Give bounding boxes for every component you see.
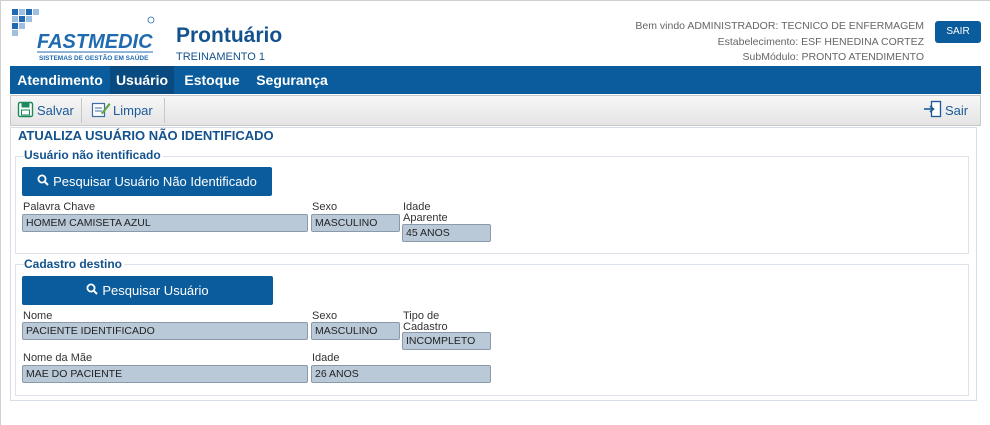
svg-text:SISTEMAS DE GESTÃO EM SAÚDE: SISTEMAS DE GESTÃO EM SAÚDE	[39, 53, 149, 62]
unidentified-user-legend: Usuário não itentificado	[24, 148, 163, 162]
destination-legend: Cadastro destino	[24, 257, 125, 271]
search-unidentified-label: Pesquisar Usuário Não Identificado	[53, 174, 257, 189]
exit-label: Sair	[945, 103, 969, 118]
mother-name-label: Nome da Mãe	[23, 352, 93, 364]
search-user-button[interactable]: Pesquisar Usuário	[22, 276, 273, 305]
destination-age-field[interactable]: 26 ANOS	[311, 365, 491, 383]
search-unidentified-button[interactable]: Pesquisar Usuário Não Identificado	[22, 167, 272, 196]
svg-text:FASTMEDIC: FASTMEDIC	[37, 31, 153, 53]
sex-field[interactable]: MASCULINO	[311, 214, 400, 232]
exit-button[interactable]: Sair	[923, 96, 968, 125]
name-field[interactable]: PACIENTE IDENTIFICADO	[22, 322, 308, 340]
user-info: Bem vindo ADMINISTRADOR: TECNICO DE ENFE…	[635, 19, 924, 66]
toolbar-divider	[164, 98, 165, 123]
clear-icon	[91, 100, 113, 121]
registration-type-label: Tipo de Cadastro	[403, 311, 448, 333]
destination-sex-label: Sexo	[312, 310, 338, 322]
search-icon	[37, 174, 53, 189]
main-menu: Atendimento Usuário Estoque Segurança	[10, 66, 981, 94]
app-title: Prontuário	[176, 24, 283, 47]
apparent-age-label-line2: Aparente	[403, 212, 448, 224]
keyword-field[interactable]: HOMEM CAMISETA AZUL	[22, 214, 308, 232]
submodule-text: SubMódulo: PRONTO ATENDIMENTO	[742, 51, 924, 63]
mother-name-field[interactable]: MAE DO PACIENTE	[22, 365, 308, 383]
destination-age-label: Idade	[312, 352, 340, 364]
toolbar-divider	[81, 98, 82, 123]
clear-label: Limpar	[113, 103, 153, 118]
page-title: ATUALIZA USUÁRIO NÃO IDENTIFICADO	[18, 128, 274, 143]
keyword-label: Palavra Chave	[23, 201, 96, 213]
save-label: Salvar	[37, 103, 74, 118]
apparent-age-label: Idade Aparente	[403, 202, 448, 224]
sex-label: Sexo	[312, 201, 338, 213]
registration-type-field[interactable]: INCOMPLETO	[402, 332, 491, 350]
environment-label: TREINAMENTO 1	[176, 51, 266, 63]
search-user-label: Pesquisar Usuário	[102, 283, 209, 298]
name-label: Nome	[23, 310, 53, 322]
welcome-text: Bem vindo ADMINISTRADOR: TECNICO DE ENFE…	[635, 20, 924, 32]
destination-sex-field[interactable]: MASCULINO	[311, 322, 400, 340]
menu-item-seguranca[interactable]: Segurança	[250, 66, 334, 94]
toolbar: Salvar Limpar Sair	[10, 95, 981, 126]
establishment-text: Estabelecimento: ESF HENEDINA CORTEZ	[717, 35, 924, 48]
search-icon	[86, 283, 102, 298]
fastmedic-logo: FASTMEDIC SISTEMAS DE GESTÃO EM SAÚDE	[9, 6, 157, 62]
save-button[interactable]: Salvar	[17, 96, 74, 125]
save-icon	[17, 100, 37, 121]
clear-button[interactable]: Limpar	[91, 96, 153, 125]
logout-button[interactable]: SAIR	[935, 21, 981, 43]
exit-icon	[923, 100, 945, 121]
menu-item-atendimento[interactable]: Atendimento	[10, 66, 110, 94]
menu-item-estoque[interactable]: Estoque	[174, 66, 250, 94]
menu-item-usuario[interactable]: Usuário	[110, 66, 174, 94]
apparent-age-field[interactable]: 45 ANOS	[402, 224, 491, 242]
